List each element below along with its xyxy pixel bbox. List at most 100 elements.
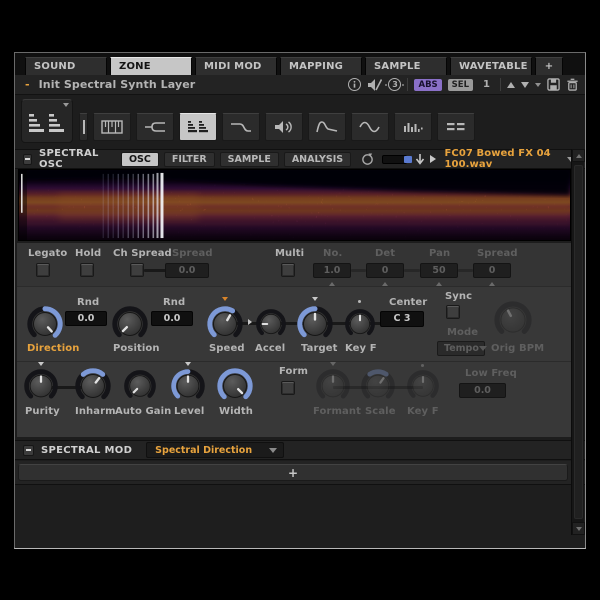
rnd-direction-label: Rnd — [77, 297, 99, 308]
purity-knob[interactable] — [23, 368, 59, 404]
mute-icon[interactable] — [367, 78, 382, 92]
auto-gain-knob[interactable] — [123, 369, 157, 403]
rnd-direction-field[interactable]: 0.0 — [65, 311, 107, 326]
multi-checkbox[interactable] — [281, 263, 295, 277]
tab-sample[interactable]: SAMPLE — [365, 57, 447, 75]
formant-knob[interactable] — [315, 368, 351, 404]
target-marker-icon — [312, 297, 318, 301]
osc-sub-tabs: OSC FILTER SAMPLE ANALYSIS — [121, 152, 351, 167]
width-knob[interactable] — [216, 367, 254, 405]
move-down-icon[interactable] — [521, 82, 529, 88]
subtab-sample[interactable]: SAMPLE — [220, 152, 279, 167]
matrix-button[interactable] — [437, 113, 475, 141]
spectrogram[interactable] — [18, 169, 571, 241]
ch-spread-checkbox[interactable] — [130, 263, 144, 277]
separator-button[interactable] — [79, 113, 88, 141]
speed-knob[interactable] — [206, 305, 244, 343]
play-icon[interactable] — [430, 155, 436, 163]
envelope-button[interactable] — [308, 113, 346, 141]
tab-zone[interactable]: ZONE — [110, 57, 192, 75]
target-knob[interactable] — [296, 305, 334, 343]
collapse-section-icon[interactable] — [23, 154, 32, 165]
tab-mapping[interactable]: MAPPING — [280, 57, 362, 75]
scale-knob[interactable] — [360, 368, 396, 404]
position-knob[interactable] — [111, 305, 149, 343]
form-checkbox[interactable] — [281, 381, 295, 395]
mode-dropdown[interactable]: Tempo — [437, 341, 485, 356]
collapse-dash[interactable]: - — [25, 78, 30, 91]
multi-spread-label: Spread — [477, 248, 518, 259]
multi-no-field[interactable]: 1.0 — [313, 263, 351, 278]
multi-det-label: Det — [375, 248, 395, 259]
save-icon[interactable] — [547, 78, 560, 91]
subtab-analysis[interactable]: ANALYSIS — [284, 152, 351, 167]
tune-button[interactable] — [136, 113, 174, 141]
scale-label: Scale — [365, 406, 396, 417]
sel-badge[interactable]: SEL — [448, 79, 473, 91]
center-field[interactable]: C 3 — [380, 311, 424, 327]
amplifier-button[interactable] — [265, 113, 303, 141]
target-label: Target — [301, 343, 338, 354]
hold-checkbox[interactable] — [80, 263, 94, 277]
info-icon[interactable] — [348, 78, 361, 91]
step-modulator-icon — [401, 119, 425, 135]
preview-volume-slider[interactable] — [382, 155, 407, 164]
filter-button[interactable] — [222, 113, 260, 141]
ch-spread-label: Ch Spread — [113, 248, 172, 259]
vertical-scrollbar[interactable] — [571, 149, 584, 535]
keyf2-knob[interactable] — [406, 369, 440, 403]
keyf-marker-icon — [358, 300, 361, 303]
scroll-down-button[interactable] — [572, 522, 585, 535]
orig-bpm-knob[interactable] — [493, 300, 533, 340]
move-up-icon[interactable] — [507, 82, 515, 88]
lfo-button[interactable] — [351, 113, 389, 141]
chevron-down-icon[interactable] — [535, 83, 541, 87]
divider — [500, 78, 501, 91]
multi-det-field[interactable]: 0 — [366, 263, 404, 278]
add-module-button[interactable]: + — [18, 464, 568, 481]
dropdown-caret-icon — [269, 448, 277, 453]
tab-midi-mod[interactable]: MIDI MOD — [195, 57, 277, 75]
scroll-up-button[interactable] — [572, 149, 585, 162]
spread-field[interactable]: 0.0 — [165, 263, 209, 278]
low-freq-field[interactable]: 0.0 — [459, 383, 506, 398]
accel-knob[interactable] — [255, 308, 287, 340]
chevron-down-icon — [63, 103, 69, 107]
rnd-position-field[interactable]: 0.0 — [151, 311, 193, 326]
subtab-osc[interactable]: OSC — [121, 152, 159, 167]
collapse-section-icon[interactable] — [23, 445, 34, 456]
direction-knob[interactable] — [26, 305, 64, 343]
legato-checkbox[interactable] — [36, 263, 50, 277]
quick-control-icon[interactable]: 3 — [388, 78, 401, 91]
dropdown-caret-icon — [479, 346, 487, 351]
multi-spread-field[interactable]: 0 — [473, 263, 511, 278]
keyf-knob[interactable] — [344, 308, 376, 340]
abs-badge[interactable]: ABS — [414, 79, 441, 91]
slider-handle[interactable] — [404, 156, 412, 163]
loop-icon[interactable] — [361, 153, 374, 166]
subtab-filter[interactable]: FILTER — [164, 152, 215, 167]
scrollbar-thumb[interactable] — [574, 165, 583, 519]
sync-checkbox[interactable] — [446, 305, 460, 319]
spectral-mod-header: SPECTRAL MOD Spectral Direction — [15, 440, 585, 460]
layer-display-button[interactable] — [21, 99, 73, 143]
keyboard-button[interactable] — [93, 113, 131, 141]
import-arrow-icon[interactable] — [415, 153, 425, 165]
accel-marker-icon — [248, 319, 252, 325]
step-modulator-button[interactable] — [394, 113, 432, 141]
spectral-mod-dropdown[interactable]: Spectral Direction — [146, 442, 284, 458]
tab-sound[interactable]: SOUND — [25, 57, 107, 75]
multi-pan-field[interactable]: 50 — [420, 263, 458, 278]
tune-icon — [143, 119, 167, 135]
tab-add-button[interactable]: + — [535, 57, 563, 75]
spectral-osc-button[interactable] — [179, 113, 217, 141]
inharm-knob[interactable] — [74, 367, 112, 405]
tab-wavetable[interactable]: WAVETABLE — [450, 57, 532, 75]
accel-label: Accel — [255, 343, 285, 354]
trash-icon[interactable] — [566, 78, 579, 91]
level-marker-icon — [185, 362, 191, 366]
mode-value: Tempo — [444, 343, 479, 354]
sample-name[interactable]: FC07 Bowed FX 04 100.wav — [444, 148, 567, 170]
level-knob[interactable] — [170, 368, 206, 404]
layer-title: Init Spectral Synth Layer — [39, 78, 196, 91]
